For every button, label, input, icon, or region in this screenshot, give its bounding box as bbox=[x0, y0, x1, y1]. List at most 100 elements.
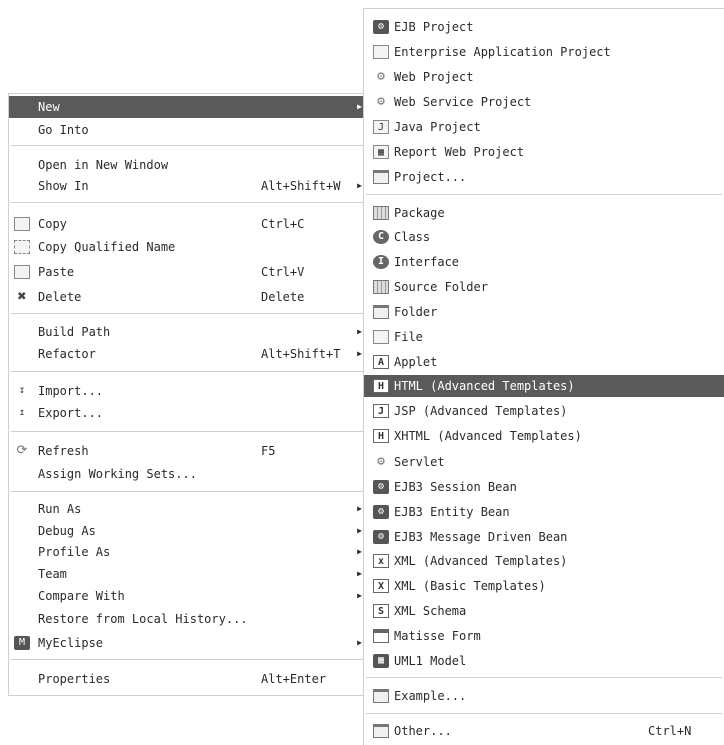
submenu-item-html[interactable]: H HTML (Advanced Templates) bbox=[364, 375, 724, 397]
menu-item-debug-as[interactable]: Debug As ▶ bbox=[9, 520, 365, 542]
menu-item-label: File bbox=[394, 330, 423, 344]
menu-item-label: Debug As bbox=[38, 524, 96, 538]
menu-item-open-in-new-window[interactable]: Open in New Window bbox=[9, 154, 365, 176]
menu-item-shortcut: Ctrl+C bbox=[261, 217, 305, 231]
menu-item-label: Compare With bbox=[38, 589, 125, 603]
submenu-item-class[interactable]: C Class bbox=[364, 226, 724, 248]
ear-project-icon bbox=[373, 45, 389, 59]
submenu-item-file[interactable]: File bbox=[364, 326, 724, 348]
class-icon: C bbox=[373, 230, 389, 244]
menu-item-shortcut: F5 bbox=[261, 444, 276, 458]
menu-item-assign-working-sets[interactable]: Assign Working Sets... bbox=[9, 463, 365, 485]
menu-item-label: Properties bbox=[38, 672, 111, 686]
menu-item-label: Build Path bbox=[38, 325, 111, 339]
html-icon: H bbox=[373, 379, 389, 393]
menu-item-go-into[interactable]: Go Into bbox=[9, 119, 365, 141]
menu-item-restore-from-local-history[interactable]: Restore from Local History... bbox=[9, 608, 365, 630]
source-folder-icon bbox=[373, 280, 389, 294]
submenu-item-ejb3-session-bean[interactable]: ⚙ EJB3 Session Bean bbox=[364, 476, 724, 498]
submenu-item-web-service-project[interactable]: ⚙ Web Service Project bbox=[364, 91, 724, 113]
menu-separator bbox=[366, 677, 722, 678]
menu-item-run-as[interactable]: Run As ▶ bbox=[9, 498, 365, 520]
submenu-item-servlet[interactable]: ⚙ Servlet bbox=[364, 451, 724, 473]
submenu-item-jsp[interactable]: J JSP (Advanced Templates) bbox=[364, 400, 724, 422]
submenu-item-matisse-form[interactable]: Matisse Form bbox=[364, 625, 724, 647]
menu-item-compare-with[interactable]: Compare With ▶ bbox=[9, 585, 365, 607]
menu-item-show-in[interactable]: Show In Alt+Shift+W ▶ bbox=[9, 175, 365, 197]
menu-item-build-path[interactable]: Build Path ▶ bbox=[9, 321, 365, 343]
menu-item-export[interactable]: ↥ Export... bbox=[9, 402, 365, 424]
menu-item-label: Other... bbox=[394, 724, 452, 738]
submenu-item-enterprise-application-project[interactable]: Enterprise Application Project bbox=[364, 41, 724, 63]
copy-qualified-name-icon bbox=[14, 240, 30, 254]
wizard-icon bbox=[373, 724, 389, 738]
menu-item-label: EJB3 Message Driven Bean bbox=[394, 530, 568, 544]
submenu-item-xhtml[interactable]: H XHTML (Advanced Templates) bbox=[364, 425, 724, 447]
servlet-icon: ⚙ bbox=[377, 454, 385, 469]
uml-model-icon: ▦ bbox=[373, 654, 389, 668]
refresh-icon: ⟳ bbox=[16, 443, 28, 458]
menu-item-label: EJB3 Session Bean bbox=[394, 480, 517, 494]
example-icon bbox=[373, 689, 389, 703]
submenu-item-report-web-project[interactable]: ▦ Report Web Project bbox=[364, 141, 724, 163]
submenu-arrow-icon: ▶ bbox=[357, 638, 362, 647]
menu-item-myeclipse[interactable]: M MyEclipse ▶ bbox=[9, 632, 365, 654]
xml-icon: x bbox=[373, 554, 389, 568]
applet-icon: A bbox=[373, 355, 389, 369]
submenu-item-ejb-project[interactable]: ⚙ EJB Project bbox=[364, 16, 724, 38]
submenu-item-java-project[interactable]: J Java Project bbox=[364, 116, 724, 138]
menu-item-properties[interactable]: Properties Alt+Enter bbox=[9, 668, 365, 690]
submenu-item-folder[interactable]: Folder bbox=[364, 301, 724, 323]
menu-item-label: Interface bbox=[394, 255, 460, 269]
jsp-icon: J bbox=[373, 404, 389, 418]
new-submenu: ⚙ EJB Project Enterprise Application Pro… bbox=[363, 8, 724, 745]
report-project-icon: ▦ bbox=[373, 145, 389, 159]
submenu-item-xml-basic[interactable]: X XML (Basic Templates) bbox=[364, 575, 724, 597]
submenu-item-other[interactable]: Other... Ctrl+N bbox=[364, 720, 724, 742]
submenu-item-web-project[interactable]: ⚙ Web Project bbox=[364, 66, 724, 88]
menu-item-import[interactable]: ↧ Import... bbox=[9, 380, 365, 402]
menu-item-label: Web Project bbox=[394, 70, 474, 84]
menu-separator bbox=[11, 202, 363, 203]
menu-item-shortcut: Ctrl+V bbox=[261, 265, 305, 279]
menu-separator bbox=[11, 491, 363, 492]
menu-item-label: Delete bbox=[38, 290, 82, 304]
submenu-item-interface[interactable]: I Interface bbox=[364, 251, 724, 273]
menu-item-label: Enterprise Application Project bbox=[394, 45, 611, 59]
menu-separator bbox=[366, 713, 722, 714]
menu-item-label: XHTML (Advanced Templates) bbox=[394, 429, 582, 443]
menu-item-team[interactable]: Team ▶ bbox=[9, 563, 365, 585]
submenu-item-ejb3-message-driven-bean[interactable]: ⚙ EJB3 Message Driven Bean bbox=[364, 526, 724, 548]
menu-item-paste[interactable]: Paste Ctrl+V bbox=[9, 261, 365, 283]
menu-item-label: HTML (Advanced Templates) bbox=[394, 379, 575, 393]
menu-item-label: XML (Advanced Templates) bbox=[394, 554, 568, 568]
web-service-project-icon: ⚙ bbox=[377, 94, 385, 109]
submenu-item-package[interactable]: Package bbox=[364, 202, 724, 224]
menu-item-delete[interactable]: ✖ Delete Delete bbox=[9, 286, 365, 308]
menu-item-refactor[interactable]: Refactor Alt+Shift+T ▶ bbox=[9, 343, 365, 365]
submenu-item-example[interactable]: Example... bbox=[364, 685, 724, 707]
submenu-item-source-folder[interactable]: Source Folder bbox=[364, 276, 724, 298]
menu-item-copy-qualified-name[interactable]: Copy Qualified Name bbox=[9, 236, 365, 258]
menu-item-label: Refresh bbox=[38, 444, 89, 458]
ejb3-bean-icon: ⚙ bbox=[373, 505, 389, 519]
menu-item-new[interactable]: New ▶ bbox=[9, 96, 365, 118]
menu-item-label: Applet bbox=[394, 355, 438, 369]
java-project-icon: J bbox=[373, 120, 389, 134]
submenu-item-project[interactable]: Project... bbox=[364, 166, 724, 188]
submenu-item-xml-advanced[interactable]: x XML (Advanced Templates) bbox=[364, 550, 724, 572]
menu-item-refresh[interactable]: ⟳ Refresh F5 bbox=[9, 440, 365, 462]
menu-item-shortcut: Alt+Shift+T bbox=[261, 347, 341, 361]
export-icon: ↥ bbox=[18, 407, 26, 418]
menu-item-copy[interactable]: Copy Ctrl+C bbox=[9, 213, 365, 235]
submenu-item-ejb3-entity-bean[interactable]: ⚙ EJB3 Entity Bean bbox=[364, 501, 724, 523]
menu-item-label: Profile As bbox=[38, 545, 111, 559]
menu-item-profile-as[interactable]: Profile As ▶ bbox=[9, 541, 365, 563]
menu-item-label: Copy bbox=[38, 217, 67, 231]
submenu-item-uml1-model[interactable]: ▦ UML1 Model bbox=[364, 650, 724, 672]
menu-item-label: Matisse Form bbox=[394, 629, 481, 643]
menu-separator bbox=[11, 313, 363, 314]
submenu-arrow-icon: ▶ bbox=[357, 102, 362, 111]
submenu-item-xml-schema[interactable]: S XML Schema bbox=[364, 600, 724, 622]
submenu-item-applet[interactable]: A Applet bbox=[364, 351, 724, 373]
